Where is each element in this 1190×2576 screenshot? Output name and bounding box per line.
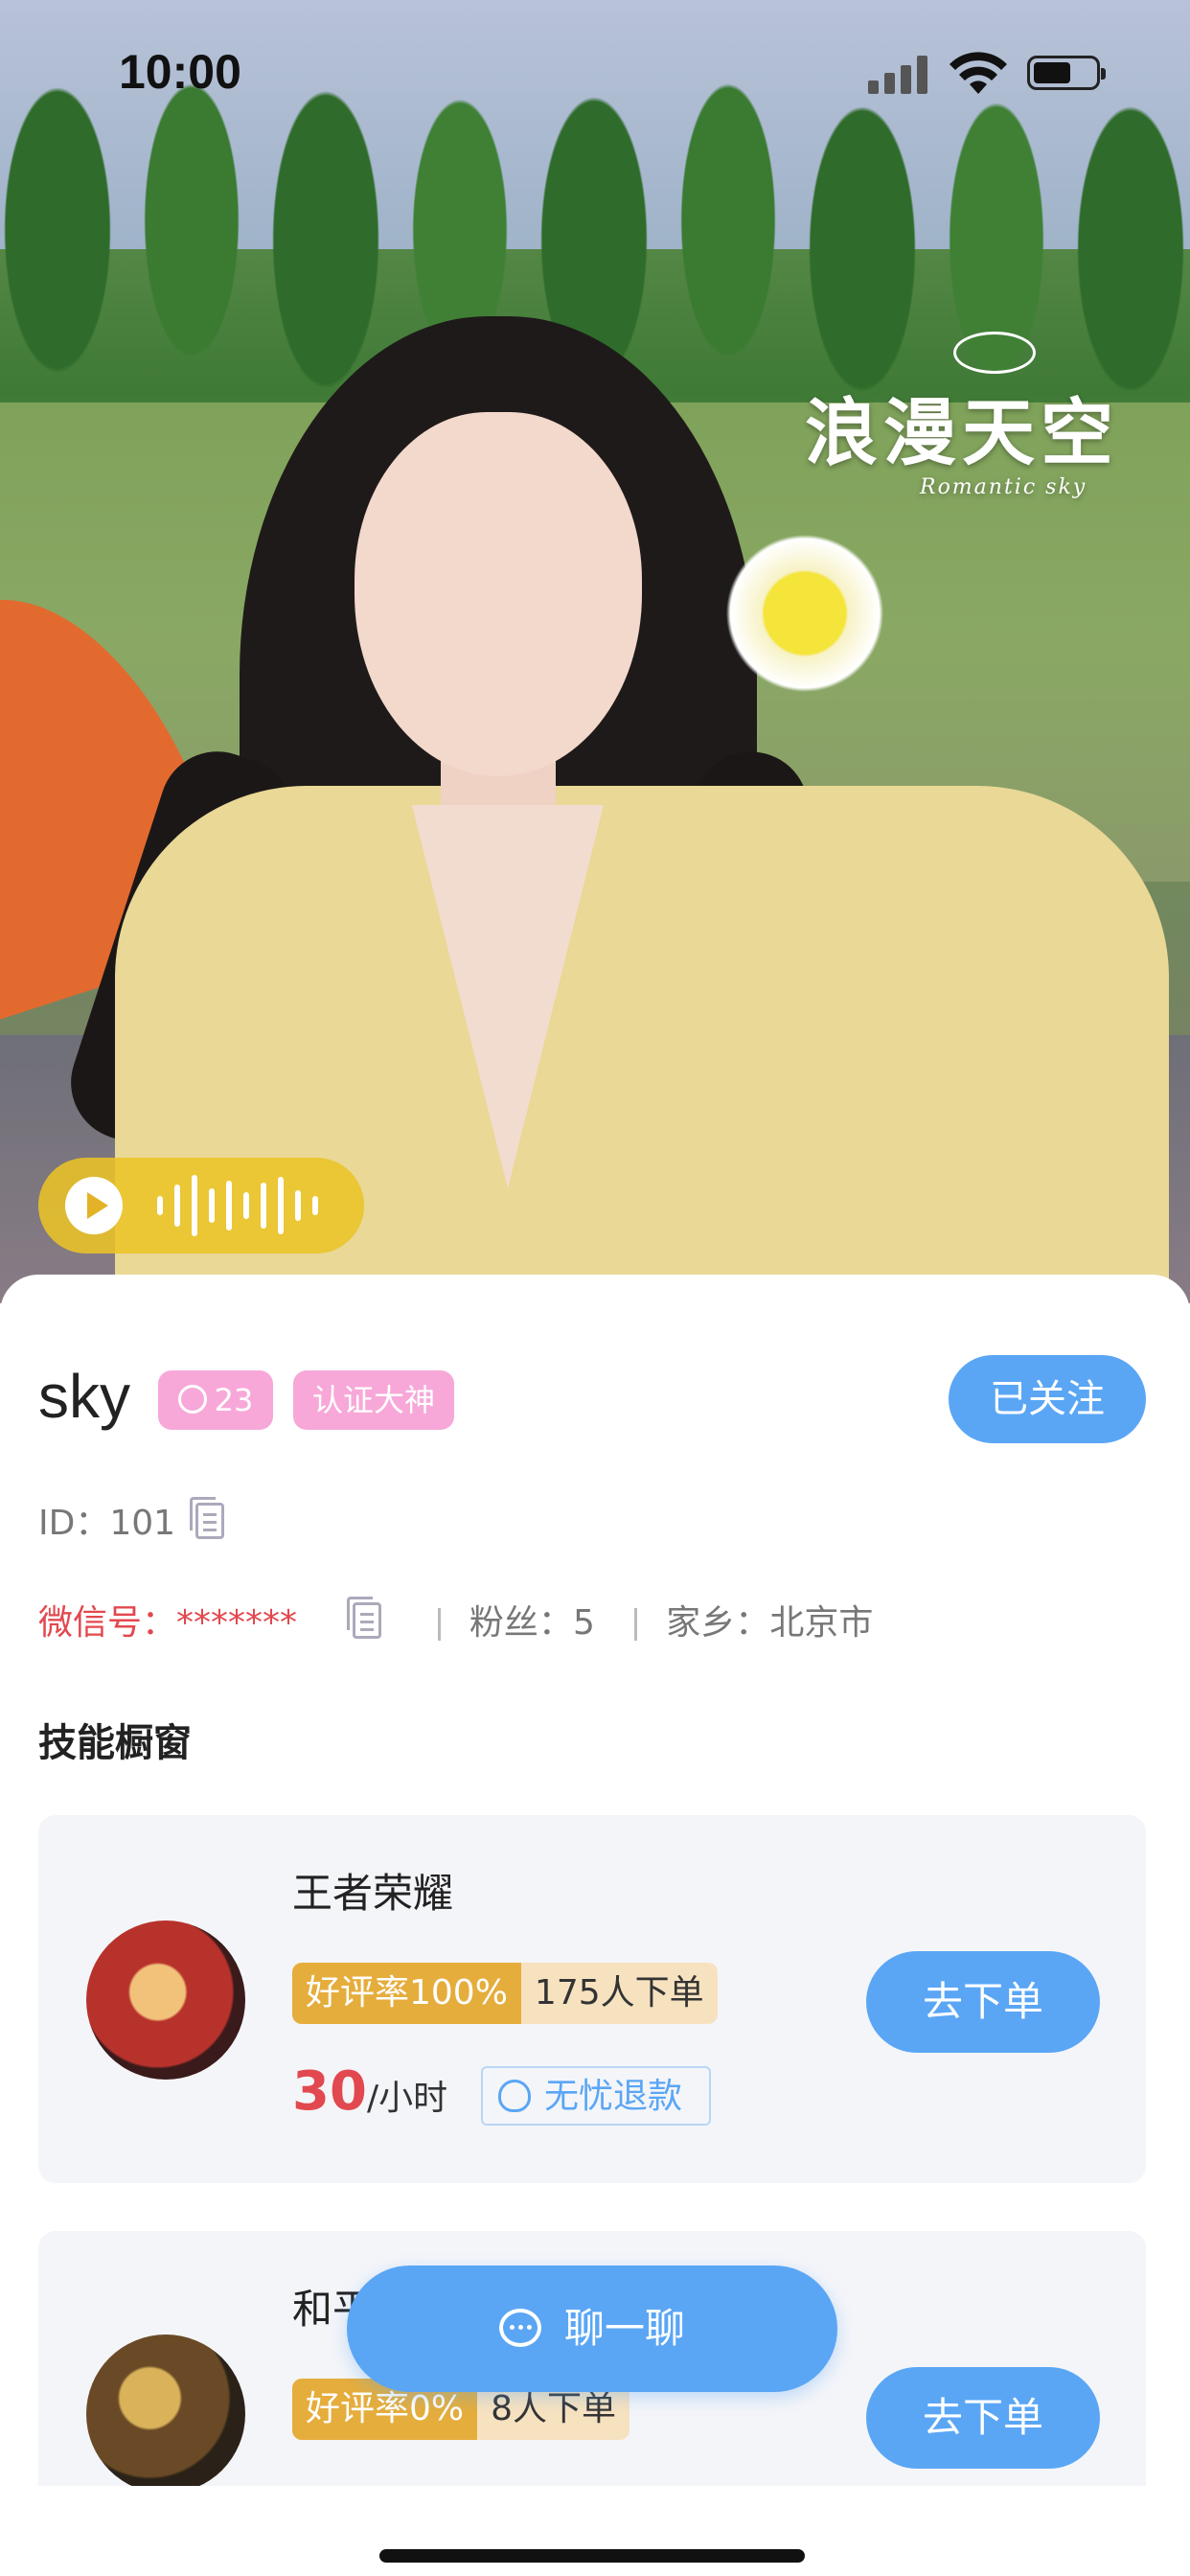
user-info-row: 微信号：******* 粉丝：5 家乡：北京市 [38, 1595, 873, 1644]
chat-button-label: 聊一聊 [563, 2305, 685, 2352]
game-avatar-honor-of-kings [86, 1920, 245, 2080]
skill-card[interactable]: 王者荣耀 好评率100% 175人下单 30/小时 无忧退款 去下单 [38, 1815, 1146, 2183]
skills-section-title: 技能橱窗 [38, 1721, 192, 1765]
profile-cover-photo: 浪漫天空 Romantic sky [0, 0, 1190, 1303]
fans-value: 5 [572, 1603, 595, 1643]
rating-badge: 好评率100% [292, 1963, 521, 2024]
skill-price: 30/小时 [292, 2060, 447, 2123]
leaf-icon [953, 332, 1036, 374]
game-avatar-peacekeeper-elite [86, 2334, 245, 2494]
chat-bubble-icon [498, 2308, 541, 2347]
user-id-row: ID：101 [38, 1495, 175, 1545]
price-unit: /小时 [366, 2079, 448, 2118]
chat-count-tag: 23 [158, 1370, 273, 1430]
chat-button[interactable]: 聊一聊 [347, 2266, 837, 2392]
wechat-value: ******* [176, 1603, 298, 1643]
follow-button[interactable]: 已关注 [949, 1355, 1146, 1443]
verified-tag: 认证大神 [293, 1370, 454, 1430]
battery-icon [1027, 56, 1106, 90]
refund-label: 无忧退款 [544, 2077, 683, 2116]
divider [437, 1608, 441, 1641]
copy-id-icon[interactable] [190, 1497, 224, 1539]
battery-level [1034, 62, 1070, 83]
hometown-label: 家乡： [666, 1603, 770, 1643]
home-indicator[interactable] [379, 2549, 805, 2563]
audio-waveform-icon [153, 1175, 345, 1236]
wifi-icon [950, 52, 1007, 94]
watermark-subtitle: Romantic sky [920, 475, 1087, 499]
id-label: ID： [38, 1504, 110, 1543]
cellular-signal-icon [868, 56, 927, 94]
status-bar: 10:00 [0, 0, 1190, 144]
hometown-value: 北京市 [769, 1603, 874, 1643]
chat-count-value: 23 [214, 1382, 254, 1418]
play-icon[interactable] [65, 1177, 123, 1234]
watermark-title: 浪漫天空 [805, 390, 1119, 475]
copy-wechat-icon[interactable] [347, 1597, 381, 1639]
refund-badge: 无忧退款 [481, 2066, 711, 2126]
skill-rating: 好评率100% 175人下单 [292, 1963, 718, 2024]
photo-watermark: 浪漫天空 Romantic sky [805, 332, 1188, 499]
voice-intro-player[interactable] [38, 1158, 364, 1254]
wechat-label: 微信号： [38, 1603, 177, 1643]
place-order-button[interactable]: 去下单 [866, 1951, 1100, 2053]
fans-label: 粉丝： [469, 1603, 573, 1643]
price-value: 30 [292, 2060, 367, 2123]
status-time: 10:00 [119, 45, 241, 99]
skill-game-name: 王者荣耀 [292, 1870, 454, 1917]
chat-bubble-icon [177, 1385, 207, 1414]
profile-name: sky [38, 1362, 130, 1431]
id-value: 101 [109, 1504, 176, 1543]
divider [634, 1608, 638, 1641]
place-order-button[interactable]: 去下单 [866, 2367, 1100, 2469]
orders-badge: 175人下单 [520, 1963, 718, 2024]
money-bag-icon [498, 2080, 531, 2112]
